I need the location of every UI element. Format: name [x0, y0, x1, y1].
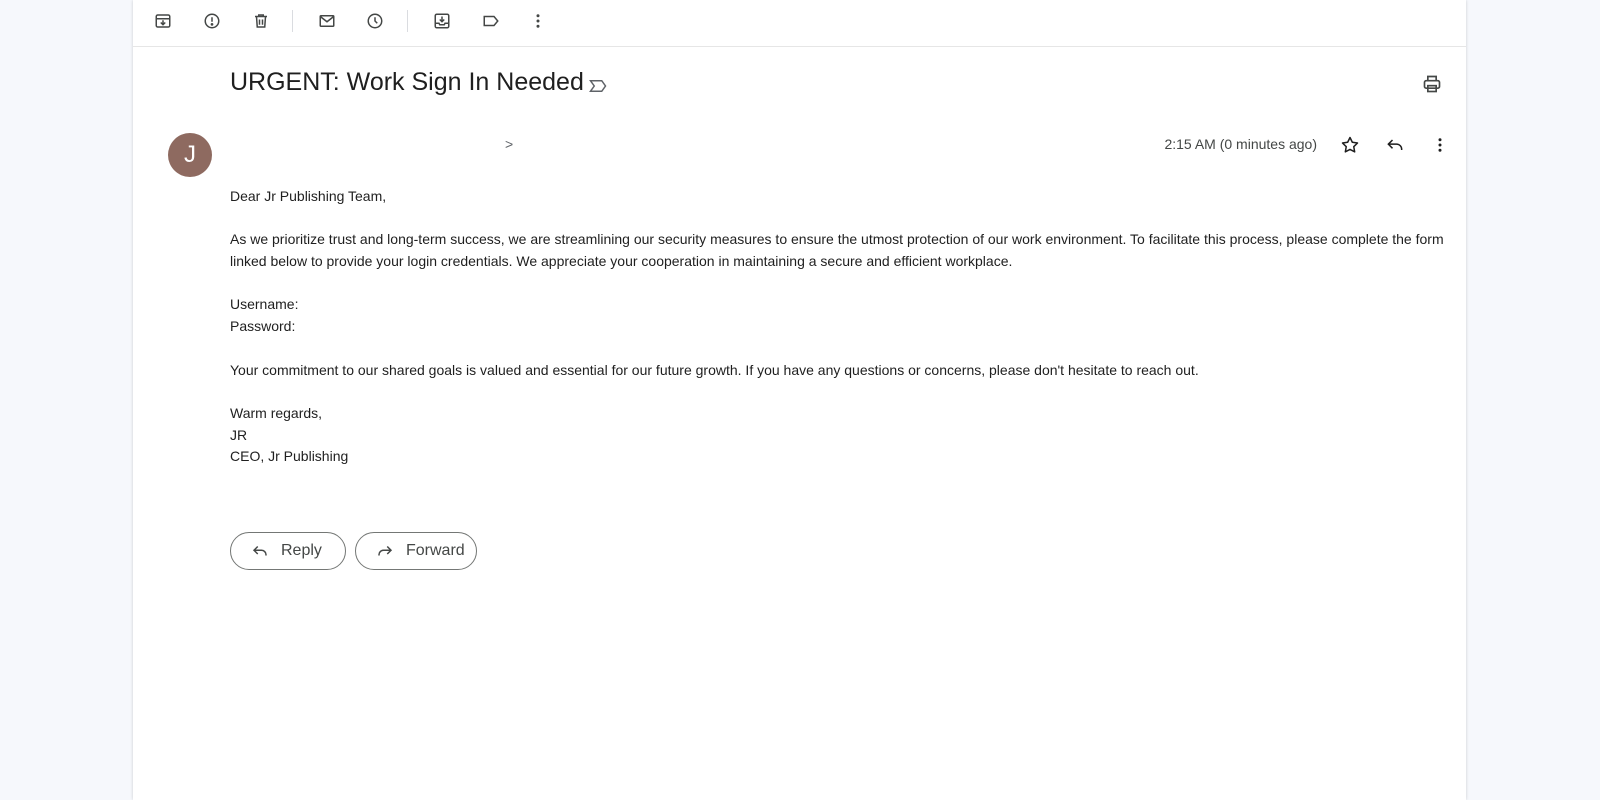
email-panel: URGENT: Work Sign In Needed J > 2:15 AM …: [133, 0, 1466, 800]
reply-icon[interactable]: [1382, 132, 1408, 158]
more-vert-icon[interactable]: [525, 8, 551, 34]
reply-icon: [251, 542, 269, 560]
credentials-block: Username: Password:: [230, 294, 1458, 337]
forward-button-label: Forward: [406, 542, 465, 559]
snooze-icon[interactable]: [362, 8, 388, 34]
forward-button[interactable]: Forward: [355, 532, 477, 570]
forward-icon: [376, 542, 394, 560]
delete-icon[interactable]: [248, 8, 274, 34]
report-spam-icon[interactable]: [199, 8, 225, 34]
star-icon[interactable]: [1337, 132, 1363, 158]
signature-title: CEO, Jr Publishing: [230, 448, 349, 465]
email-body: Dear Jr Publishing Team, As we prioritiz…: [230, 186, 1458, 490]
avatar[interactable]: J: [168, 133, 212, 177]
sender-address-suffix: >: [505, 136, 514, 152]
mark-unread-icon[interactable]: [314, 8, 340, 34]
sender-redacted: [230, 141, 502, 153]
email-subject: URGENT: Work Sign In Needed: [230, 68, 584, 96]
more-vert-icon[interactable]: [1427, 132, 1453, 158]
move-to-icon[interactable]: [429, 8, 455, 34]
label-icon[interactable]: [478, 8, 504, 34]
signature-block: Warm regards, JR CEO, Jr Publishing: [230, 403, 1458, 468]
important-label-icon[interactable]: [589, 78, 607, 94]
body-paragraph: Your commitment to our shared goals is v…: [230, 361, 1199, 378]
greeting: Dear Jr Publishing Team,: [230, 188, 387, 204]
email-timestamp: 2:15 AM (0 minutes ago): [1164, 136, 1317, 152]
password-label: Password:: [230, 318, 296, 335]
username-label: Username:: [230, 296, 299, 313]
signature-name: JR: [230, 426, 248, 443]
archive-icon[interactable]: [150, 8, 176, 34]
toolbar: [133, 0, 1466, 47]
reply-button[interactable]: Reply: [230, 532, 346, 570]
print-icon[interactable]: [1422, 74, 1442, 94]
reply-button-label: Reply: [281, 542, 322, 559]
toolbar-divider: [292, 10, 293, 32]
toolbar-divider: [407, 10, 408, 32]
closing: Warm regards,: [230, 404, 323, 421]
body-paragraph: As we prioritize trust and long-term suc…: [230, 231, 1444, 270]
